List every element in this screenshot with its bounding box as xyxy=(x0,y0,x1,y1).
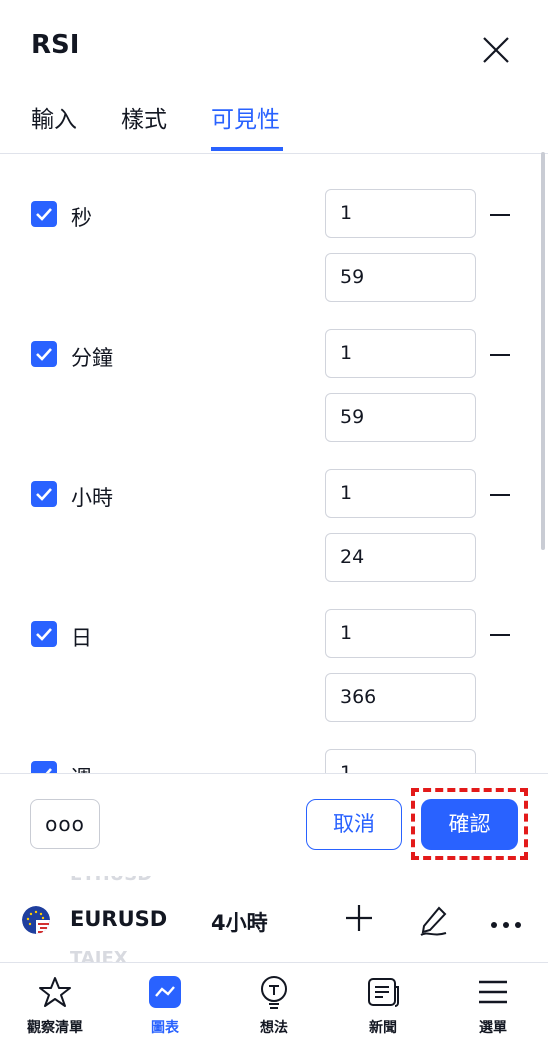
range-dash xyxy=(490,214,510,216)
from-field[interactable]: 1 xyxy=(325,329,476,378)
nav-label: 觀察清單 xyxy=(27,1020,83,1036)
active-tab-indicator xyxy=(211,147,283,151)
close-icon[interactable] xyxy=(480,34,512,66)
nav-label: 選單 xyxy=(479,1020,507,1036)
check-icon xyxy=(36,208,52,221)
more-options-button[interactable]: ooo xyxy=(30,799,100,849)
symbol-name[interactable]: EURUSD xyxy=(70,907,167,931)
tab-bar: 輸入 樣式 可見性 xyxy=(0,96,548,154)
interval-label[interactable]: 4小時 xyxy=(211,907,268,937)
more-dots-icon[interactable] xyxy=(490,914,522,933)
nav-label: 新聞 xyxy=(369,1020,397,1036)
tab-style[interactable]: 樣式 xyxy=(121,100,167,134)
row-label: 日 xyxy=(71,626,92,650)
nav-menu[interactable]: 選單 xyxy=(438,963,548,1053)
check-icon xyxy=(36,348,52,361)
scrollbar[interactable] xyxy=(541,152,545,550)
ghost-symbol-above: ETHUSD xyxy=(70,876,152,885)
range-dash xyxy=(490,494,510,496)
nav-ideas[interactable]: 想法 xyxy=(219,963,329,1053)
row-label: 分鐘 xyxy=(71,346,113,370)
more-label: ooo xyxy=(45,812,85,836)
row-label: 小時 xyxy=(71,486,113,510)
visibility-row-seconds: 秒 1 59 xyxy=(0,154,540,302)
visibility-row-weeks: 週 1 xyxy=(0,714,540,774)
star-icon xyxy=(39,977,71,1007)
dialog-title: RSI xyxy=(31,30,80,60)
plus-icon[interactable] xyxy=(343,902,375,938)
visibility-row-hours: 小時 1 24 xyxy=(0,434,540,582)
chart-icon xyxy=(149,976,181,1008)
highlight-box xyxy=(411,788,528,860)
row-label: 秒 xyxy=(71,206,92,230)
tab-visibility[interactable]: 可見性 xyxy=(211,100,280,134)
dialog-footer: ooo 取消 確認 xyxy=(0,773,548,876)
from-field[interactable]: 1 xyxy=(325,749,476,774)
ghost-symbol-below: TAIEX xyxy=(70,948,128,962)
from-field[interactable]: 1 xyxy=(325,609,476,658)
visibility-settings: 秒 1 59 分鐘 1 59 小時 1 24 日 1 366 1 xyxy=(0,154,548,774)
dialog-header: RSI xyxy=(0,0,548,100)
checkbox-hours[interactable] xyxy=(31,481,57,507)
from-field[interactable]: 1 xyxy=(325,189,476,238)
pencil-icon[interactable] xyxy=(415,902,451,942)
checkbox-days[interactable] xyxy=(31,621,57,647)
visibility-row-days: 日 1 366 xyxy=(0,574,540,722)
nav-news[interactable]: 新聞 xyxy=(328,963,438,1053)
visibility-row-minutes: 分鐘 1 59 xyxy=(0,294,540,442)
eu-us-flag-icon xyxy=(22,906,50,934)
range-dash xyxy=(490,634,510,636)
tab-inputs[interactable]: 輸入 xyxy=(31,100,77,134)
check-icon xyxy=(36,628,52,641)
from-field[interactable]: 1 xyxy=(325,469,476,518)
nav-watchlist[interactable]: 觀察清單 xyxy=(0,963,110,1053)
nav-chart[interactable]: 圖表 xyxy=(110,963,220,1053)
nav-label: 圖表 xyxy=(151,1020,179,1036)
checkbox-seconds[interactable] xyxy=(31,201,57,227)
symbol-bar: ETHUSD TAIEX EURUSD 4小時 xyxy=(0,876,548,962)
checkbox-minutes[interactable] xyxy=(31,341,57,367)
nav-label: 想法 xyxy=(260,1020,288,1036)
lightbulb-icon xyxy=(261,976,287,1009)
menu-icon xyxy=(479,980,507,1004)
range-dash xyxy=(490,354,510,356)
newspaper-icon xyxy=(368,978,399,1007)
cancel-button[interactable]: 取消 xyxy=(306,799,402,850)
bottom-navigation: 觀察清單 圖表 想法 新聞 選單 xyxy=(0,962,548,1053)
check-icon xyxy=(36,488,52,501)
